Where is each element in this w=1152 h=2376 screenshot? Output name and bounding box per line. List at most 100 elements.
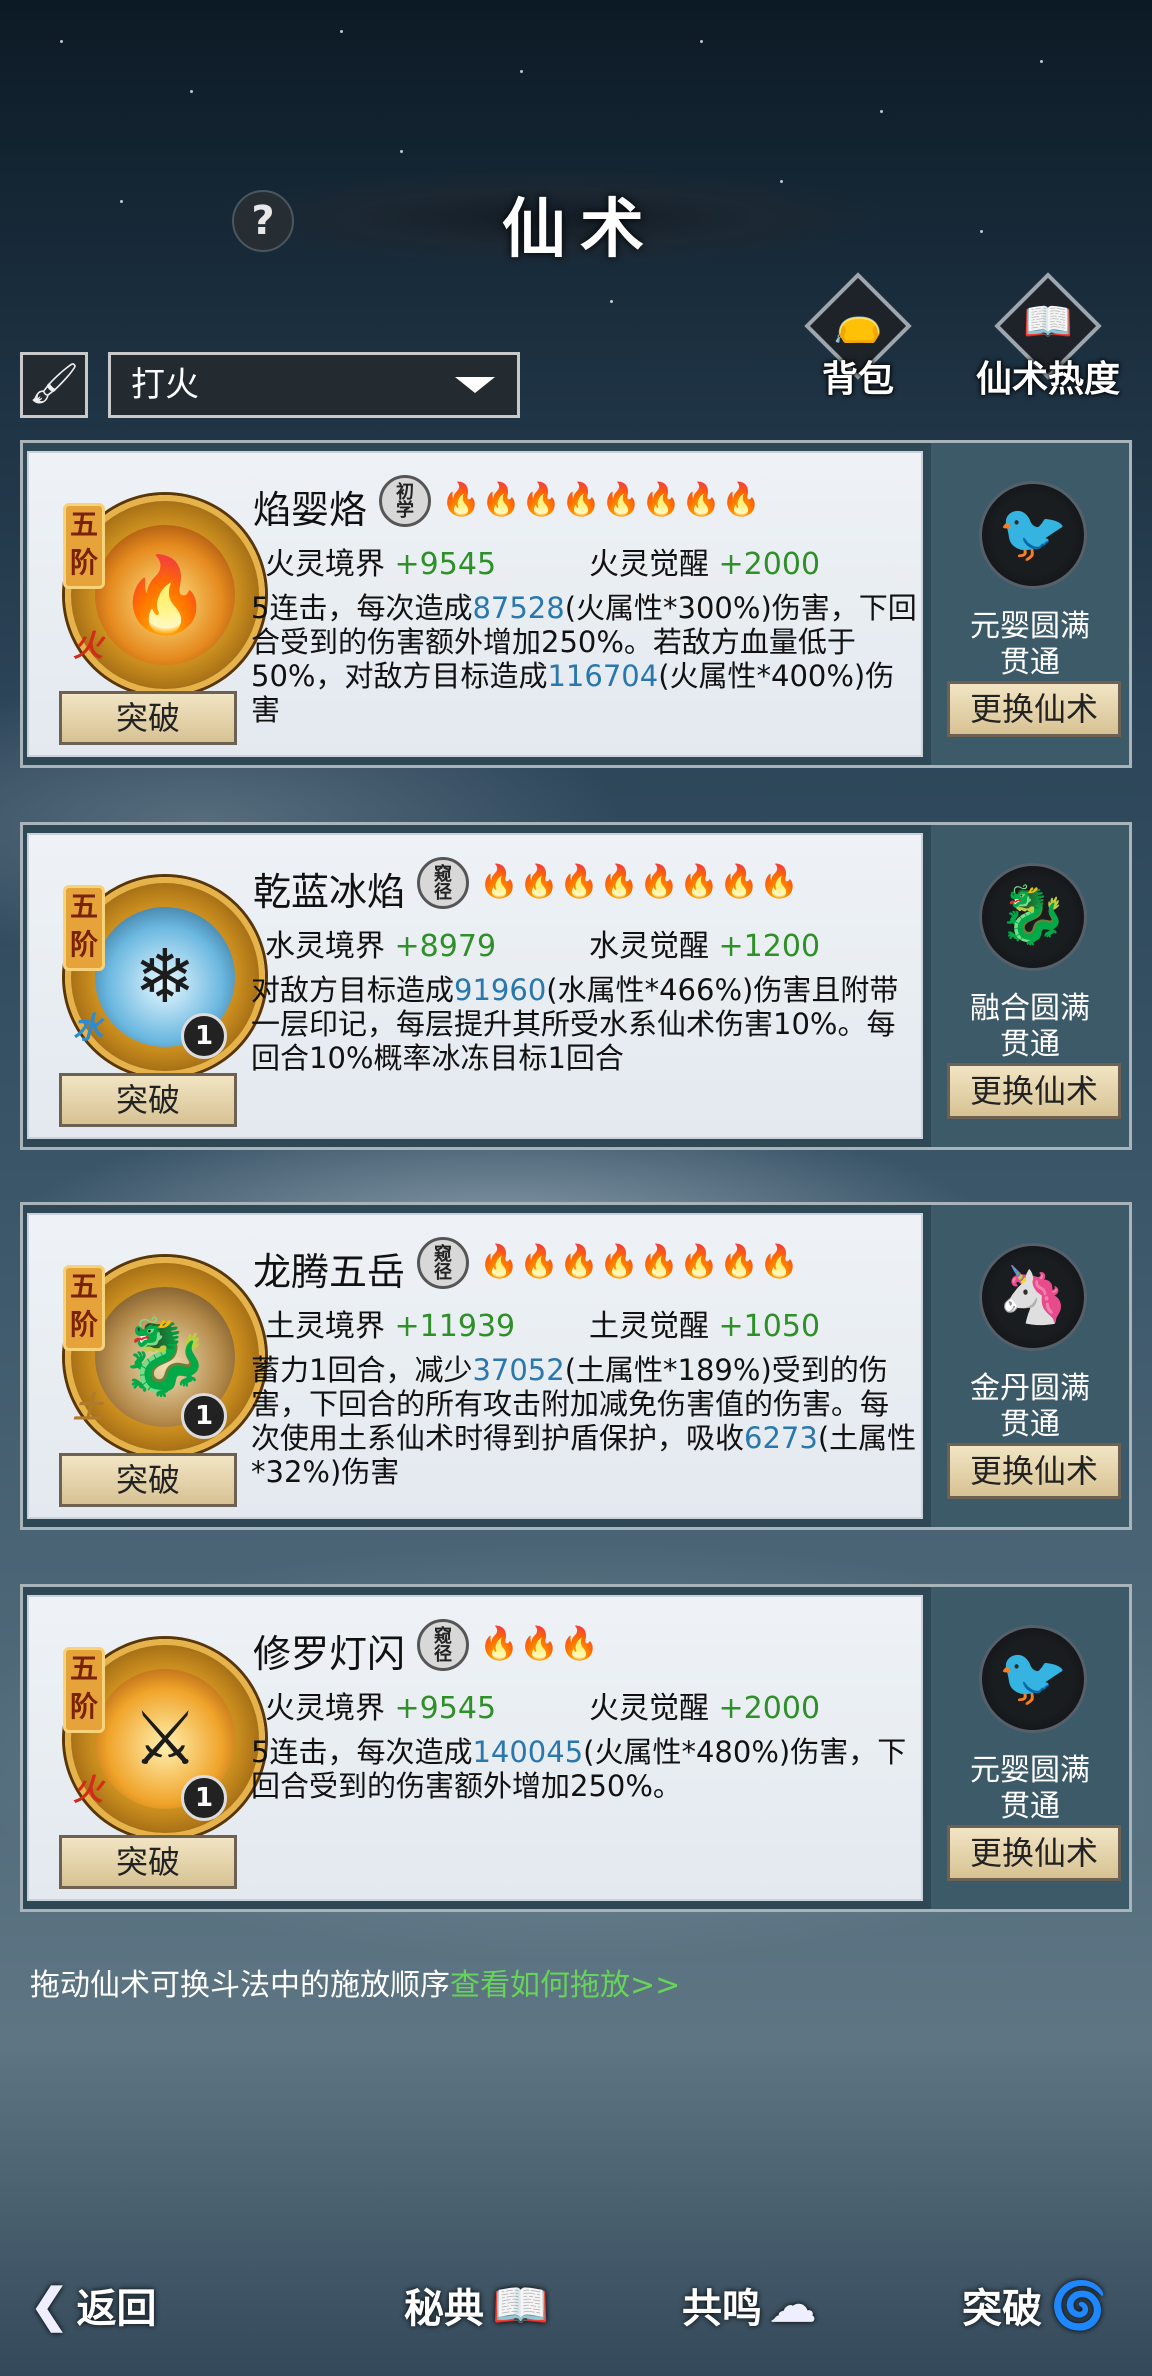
bag-icon: 👝	[833, 299, 883, 345]
flame-icon: 🔥	[479, 1242, 519, 1280]
skill-description: 蓄力1回合，减少37052(土属性*189%)受到的伤害，下回合的所有攻击附加减…	[251, 1353, 917, 1489]
flame-icon: 🔥	[521, 480, 561, 518]
flame-icon: 🔥	[519, 862, 559, 900]
stat-realm: 火灵境界 +9545	[265, 1683, 496, 1727]
resonance-button[interactable]: 共鸣 ☁	[682, 2270, 816, 2340]
flame-icon: 🔥	[559, 1242, 599, 1280]
skill-heat-label: 仙术热度	[975, 358, 1120, 400]
skill-card[interactable]: ❄ 五阶水 1 突破 乾蓝冰焰窥径 🔥 🔥 🔥 🔥 🔥 🔥 🔥 🔥 水灵境界 +8979 水灵觉醒 +120…	[20, 822, 1132, 1150]
pet-avatar[interactable]: 🐦	[979, 1625, 1087, 1733]
stat-realm-label: 火灵境界	[265, 547, 385, 582]
bag-button[interactable]: 👝 背包	[798, 272, 912, 400]
stat-awaken-label: 水灵觉醒	[589, 929, 709, 964]
skill-description: 5连击，每次造成140045(火属性*480%)伤害，下回合受到的伤害额外增加2…	[251, 1735, 917, 1803]
skill-card-side: 🐉 融合圆满 贯通 更换仙术	[931, 825, 1129, 1147]
swap-skill-button[interactable]: 更换仙术	[947, 1443, 1121, 1499]
skill-card-main: 🐉 五阶土 1 突破 龙腾五岳窥径 🔥 🔥 🔥 🔥 🔥 🔥 🔥 🔥 土灵境界 +11939 土灵觉醒 +10…	[27, 1213, 923, 1519]
skill-card-main: ❄ 五阶水 1 突破 乾蓝冰焰窥径 🔥 🔥 🔥 🔥 🔥 🔥 🔥 🔥 水灵境界 +8979 水灵觉醒 +120…	[27, 833, 923, 1139]
swap-skill-button[interactable]: 更换仙术	[947, 1825, 1121, 1881]
element-mark: 水	[73, 1011, 103, 1046]
level-badge: 1	[181, 1393, 227, 1439]
flame-icon: 🔥	[639, 1242, 679, 1280]
damage-value: 87528	[472, 591, 565, 625]
flame-icon: 🔥	[441, 480, 481, 518]
breakthrough-button[interactable]: 突破	[59, 1453, 237, 1507]
desc-text: 5连击，每次造成	[251, 591, 473, 625]
skill-card-side: 🐦 元婴圆满 贯通 更换仙术	[931, 1587, 1129, 1909]
beast-icon: 🐉	[998, 883, 1068, 948]
grade-seal: 窥径	[417, 857, 469, 909]
flame-icon: 🔥	[599, 1242, 639, 1280]
book-flame-icon: 📖	[1023, 299, 1073, 345]
rank-badge: 五阶	[63, 503, 105, 589]
grade-seal: 初学	[379, 475, 431, 527]
flame-icon: 🔥	[641, 480, 681, 518]
desc-text: 对敌方目标造成	[251, 973, 455, 1007]
flame-icon: 🔥	[559, 862, 599, 900]
flame-icon: 🔥	[601, 480, 641, 518]
element-mark: 土	[73, 1391, 103, 1426]
breakthrough-button[interactable]: 突破	[59, 1835, 237, 1889]
beast-icon: 🐦	[998, 1645, 1068, 1710]
breakthrough-nav-label: 突破	[962, 2285, 1042, 2332]
brush-button[interactable]: 🖌	[20, 352, 88, 418]
stat-awaken: 火灵觉醒 +2000	[589, 1683, 820, 1727]
brush-icon: 🖌	[28, 361, 80, 407]
damage-value: 6273	[744, 1421, 818, 1455]
stat-awaken-value: +2000	[718, 1691, 821, 1726]
star-flames: 🔥 🔥 🔥	[479, 1623, 599, 1663]
stat-realm-value: +9545	[394, 547, 497, 582]
star-flames: 🔥 🔥 🔥 🔥 🔥 🔥 🔥 🔥	[479, 861, 799, 901]
help-button[interactable]: ?	[232, 190, 294, 252]
flame-icon: 🔥	[719, 1242, 759, 1280]
breakthrough-nav-button[interactable]: 突破 🌀	[962, 2270, 1107, 2340]
flame-icon: 🔥	[681, 480, 721, 518]
pet-status: 贯通	[1000, 1407, 1060, 1442]
swap-skill-button[interactable]: 更换仙术	[947, 1063, 1121, 1119]
swap-skill-button[interactable]: 更换仙术	[947, 681, 1121, 737]
category-select[interactable]: 打火	[108, 352, 520, 418]
chevron-down-icon	[455, 377, 495, 393]
open-book-icon: 📖	[492, 2277, 550, 2332]
breakthrough-button[interactable]: 突破	[59, 1073, 237, 1127]
pet-avatar[interactable]: 🐦	[979, 481, 1087, 589]
stat-realm-label: 土灵境界	[265, 1309, 385, 1344]
stat-awaken-value: +1200	[718, 929, 821, 964]
pet-avatar[interactable]: 🦄	[979, 1243, 1087, 1351]
skill-card-main: 🔥 五阶火突破 焰婴烙初学 🔥 🔥 🔥 🔥 🔥 🔥 🔥 🔥 火灵境界 +9545 火灵觉醒 +2000 5…	[27, 451, 923, 757]
desc-text: 蓄力1回合，减少	[251, 1353, 473, 1387]
skill-card-side: 🐦 元婴圆满 贯通 更换仙术	[931, 443, 1129, 765]
drag-hint-text: 拖动仙术可换斗法中的施放顺序	[30, 1968, 450, 2003]
back-button[interactable]: ❮ 返回	[30, 2270, 157, 2340]
skill-card[interactable]: 🐉 五阶土 1 突破 龙腾五岳窥径 🔥 🔥 🔥 🔥 🔥 🔥 🔥 🔥 土灵境界 +11939 土灵觉醒 +10…	[20, 1202, 1132, 1530]
stat-awaken-label: 火灵觉醒	[589, 547, 709, 582]
skill-heat-button[interactable]: 📖 仙术热度	[976, 272, 1120, 400]
element-mark: 火	[73, 1773, 103, 1808]
stat-awaken-value: +1050	[718, 1309, 821, 1344]
cloud-swirl-icon: ☁	[770, 2278, 816, 2332]
level-badge: 1	[181, 1013, 227, 1059]
damage-value: 116704	[547, 659, 659, 693]
stat-realm: 水灵境界 +8979	[265, 921, 496, 965]
rank-badge: 五阶	[63, 1265, 105, 1351]
flame-icon: 🔥	[719, 862, 759, 900]
flame-icon: 🔥	[561, 480, 601, 518]
secret-book-button[interactable]: 秘典 📖	[404, 2270, 549, 2340]
flame-icon: 🔥	[679, 1242, 719, 1280]
flame-icon: 🔥	[679, 862, 719, 900]
breakthrough-button[interactable]: 突破	[59, 691, 237, 745]
drag-hint: 拖动仙术可换斗法中的施放顺序查看如何拖放>>	[30, 1960, 680, 2004]
pet-status: 贯通	[1000, 1789, 1060, 1824]
flame-icon: 🔥	[481, 480, 521, 518]
back-arrow-icon: ❮	[30, 2278, 69, 2332]
pet-avatar[interactable]: 🐉	[979, 863, 1087, 971]
beast-icon: 🦄	[998, 1263, 1068, 1328]
stat-awaken: 土灵觉醒 +1050	[589, 1301, 820, 1345]
skill-card[interactable]: ⚔ 五阶火 1 突破 修罗灯闪窥径 🔥 🔥 🔥 火灵境界 +9545 火灵觉醒 +2000 5连击，…	[20, 1584, 1132, 1912]
stat-awaken: 火灵觉醒 +2000	[589, 539, 820, 583]
how-to-drag-link[interactable]: 查看如何拖放>>	[450, 1968, 680, 2003]
secret-book-label: 秘典	[404, 2285, 484, 2332]
skill-card[interactable]: 🔥 五阶火突破 焰婴烙初学 🔥 🔥 🔥 🔥 🔥 🔥 🔥 🔥 火灵境界 +9545 火灵觉醒 +2000 5…	[20, 440, 1132, 768]
flame-icon: 🔥	[519, 1242, 559, 1280]
star-flames: 🔥 🔥 🔥 🔥 🔥 🔥 🔥 🔥	[441, 479, 761, 519]
